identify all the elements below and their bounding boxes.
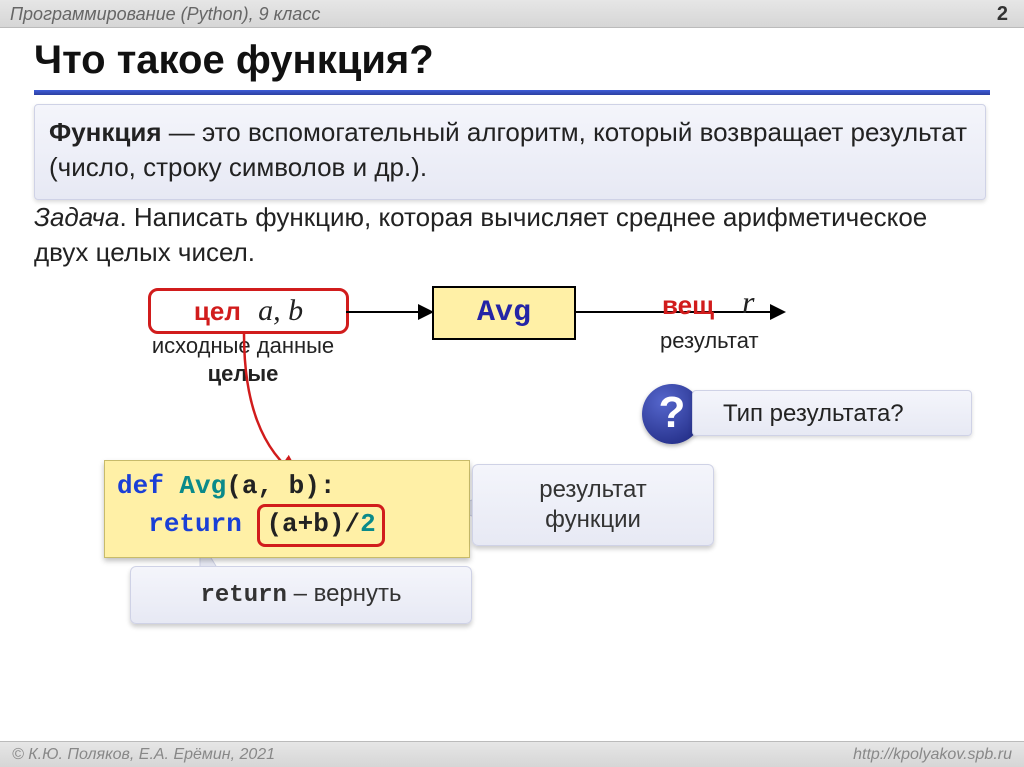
kw-def: def: [117, 471, 164, 501]
task-label: Задача: [34, 202, 119, 232]
definition-term: Функция: [49, 117, 162, 147]
header-bar: Программирование (Python), 9 класс 2: [0, 0, 1024, 28]
page-number: 2: [997, 0, 1008, 28]
input-vars: a, b: [248, 294, 303, 327]
title-underline: [34, 90, 990, 95]
expr-body: (a+b)/: [266, 509, 360, 539]
question-box: Тип результата?: [692, 390, 972, 436]
output-var: r: [742, 284, 754, 321]
task-text: . Написать функцию, которая вычисляет ср…: [34, 202, 927, 267]
callout-return: return – вернуть: [130, 566, 472, 624]
arrow-output-head: [770, 304, 786, 320]
footer-bar: © К.Ю. Поляков, Е.А. Ерёмин, 2021 http:/…: [0, 741, 1024, 767]
callout-result-line1: результат: [539, 476, 647, 503]
course-label: Программирование (Python), 9 класс: [10, 4, 320, 24]
input-caption-line1: исходные данные: [152, 333, 334, 358]
fn-name: Avg: [179, 471, 226, 501]
task-paragraph: Задача. Написать функцию, которая вычисл…: [34, 200, 986, 270]
fn-params: (a, b):: [226, 471, 335, 501]
page-title: Что такое функция?: [34, 38, 434, 83]
kw-return: return: [148, 509, 242, 539]
output-type-label: вещ: [662, 290, 714, 321]
function-box: Avg: [432, 286, 576, 340]
callout-return-text: – вернуть: [287, 580, 402, 607]
definition-text: — это вспомогательный алгоритм, который …: [49, 117, 967, 182]
callout-result: результат функции: [472, 464, 714, 546]
footer-right: http://kpolyakov.spb.ru: [853, 742, 1012, 767]
input-type-label: цел: [194, 296, 241, 326]
callout-result-line2: функции: [545, 506, 641, 533]
expr-num: 2: [360, 509, 376, 539]
code-block: def Avg(a, b): return (a+b)/2: [104, 460, 470, 558]
input-caption-line2: целые: [208, 361, 279, 386]
input-caption: исходные данные целые: [108, 332, 378, 387]
output-caption: результат: [660, 328, 759, 354]
callout-return-mono: return: [200, 582, 286, 609]
diagram: цел a, b исходные данные целые Avg вещ r…: [0, 278, 1024, 478]
return-expression: (a+b)/2: [257, 504, 384, 547]
input-type-bubble: цел a, b: [148, 288, 349, 334]
footer-left: © К.Ю. Поляков, Е.А. Ерёмин, 2021: [12, 746, 275, 763]
definition-box: Функция — это вспомогательный алгоритм, …: [34, 104, 986, 200]
